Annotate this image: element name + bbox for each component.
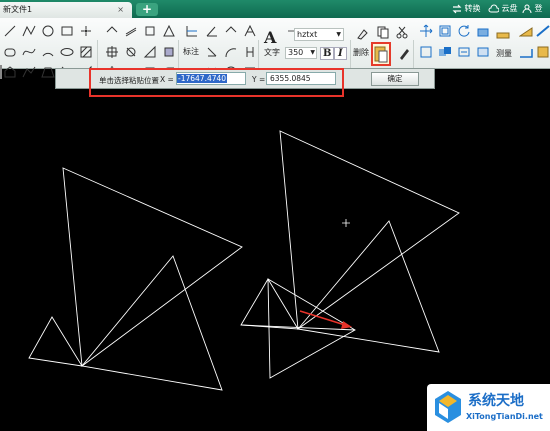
pan-icon[interactable]: [419, 24, 433, 38]
left-lower-triangle[interactable]: [81, 255, 223, 391]
spline-icon[interactable]: [22, 45, 36, 59]
zoom-window-icon[interactable]: [438, 24, 452, 38]
ellipse-icon[interactable]: [60, 45, 74, 59]
font-select[interactable]: hztxt ▼: [294, 28, 344, 41]
scale-icon[interactable]: [143, 45, 157, 59]
curve-icon[interactable]: [22, 65, 36, 79]
measure-icon[interactable]: [496, 28, 512, 44]
rectangle-icon[interactable]: [60, 24, 74, 38]
measure-label[interactable]: 测量: [496, 48, 512, 59]
font-size-select[interactable]: 350 ▼: [285, 47, 317, 59]
regen-icon[interactable]: [457, 24, 471, 38]
layer-icon[interactable]: [476, 24, 490, 38]
arc-dimension-icon[interactable]: [224, 45, 238, 59]
right-lower-triangle[interactable]: [297, 220, 440, 353]
highlight-box: [89, 68, 344, 97]
copy-icon[interactable]: [376, 25, 390, 39]
circle-icon[interactable]: [41, 24, 55, 38]
new-tab-button[interactable]: +: [136, 3, 158, 16]
text-label[interactable]: 文字: [264, 47, 280, 58]
line-icon[interactable]: [3, 24, 17, 38]
distance-icon[interactable]: [536, 24, 550, 38]
document-tab[interactable]: 新文件1 ×: [0, 2, 132, 18]
eraser-icon[interactable]: [355, 27, 369, 41]
rotate-icon[interactable]: [124, 45, 138, 59]
canvas-arrow-tip: [341, 321, 352, 329]
annotate-label[interactable]: 标注: [183, 46, 199, 57]
array-icon[interactable]: [162, 24, 176, 38]
watermark-logo-icon: [435, 391, 461, 423]
convert-label: 转换: [464, 4, 481, 13]
login-button[interactable]: 登录: [522, 0, 550, 31]
angle-dimension-icon[interactable]: [205, 24, 219, 38]
document-tab-label: 新文件1: [3, 5, 33, 14]
coordinate-icon[interactable]: [536, 45, 550, 59]
chevron-down-icon: ▼: [310, 49, 315, 56]
radius-dimension-icon[interactable]: [224, 24, 238, 38]
polygon-icon[interactable]: [3, 65, 17, 79]
font-size-value: 350: [288, 48, 304, 57]
right-large-triangle[interactable]: [279, 130, 460, 330]
cloud-label: 云盘: [501, 4, 518, 13]
close-tab-icon[interactable]: ×: [117, 2, 124, 18]
layer-manager-icon[interactable]: [476, 45, 490, 59]
area-icon[interactable]: [519, 24, 533, 38]
ordinate-icon[interactable]: [243, 45, 257, 59]
angle-measure-icon[interactable]: [519, 45, 533, 59]
zoom-extents-icon[interactable]: [419, 45, 433, 59]
text-a-icon[interactable]: A: [264, 28, 276, 47]
zoom-out-icon[interactable]: [457, 45, 471, 59]
confirm-button[interactable]: 确定: [371, 72, 419, 86]
trapezoid-icon[interactable]: [41, 65, 55, 79]
drawing-canvas[interactable]: [0, 89, 550, 431]
arc-icon[interactable]: [41, 45, 55, 59]
align-dimension-icon[interactable]: [205, 45, 219, 59]
rounded-rect-icon[interactable]: [3, 45, 17, 59]
match-properties-icon[interactable]: [397, 46, 411, 60]
mirror-icon[interactable]: [143, 24, 157, 38]
ribbon-toolbar: 标注 A 文字 hztxt ▼ 350 ▼ B I 删除 测量: [0, 18, 550, 84]
offset-icon[interactable]: [124, 24, 138, 38]
bold-button[interactable]: B: [320, 47, 335, 60]
leader-icon[interactable]: [243, 24, 257, 38]
left-scroll-edge: [0, 65, 2, 79]
convert-icon: [452, 4, 462, 13]
point-icon[interactable]: [79, 24, 93, 38]
convert-button[interactable]: 转换: [452, 0, 481, 18]
zoom-in-icon[interactable]: [438, 45, 452, 59]
font-select-value: hztxt: [297, 30, 318, 39]
user-icon: [522, 4, 532, 13]
delete-label[interactable]: 删除: [353, 47, 369, 58]
move-icon[interactable]: [105, 45, 119, 59]
left-small-triangle[interactable]: [28, 316, 83, 367]
crosshair-cursor: [342, 219, 350, 227]
paste-icon: [374, 46, 388, 63]
watermark-url: XiTongTianDi.net: [466, 412, 543, 421]
dimension-icon[interactable]: [185, 24, 201, 40]
cloud-icon: [488, 4, 500, 12]
watermark-title: 系统天地: [468, 393, 524, 409]
polyline-icon[interactable]: [22, 24, 36, 38]
cut-icon[interactable]: [395, 25, 409, 39]
left-large-triangle[interactable]: [62, 167, 243, 367]
paste-button[interactable]: [371, 42, 391, 66]
right-small-triangle[interactable]: [240, 278, 299, 330]
copy-object-icon[interactable]: [105, 24, 119, 38]
italic-button[interactable]: I: [334, 47, 347, 60]
chevron-down-icon: ▼: [336, 31, 341, 38]
cloud-button[interactable]: 云盘: [488, 0, 518, 18]
trim-icon[interactable]: [162, 45, 176, 59]
hatch-icon[interactable]: [79, 45, 93, 59]
